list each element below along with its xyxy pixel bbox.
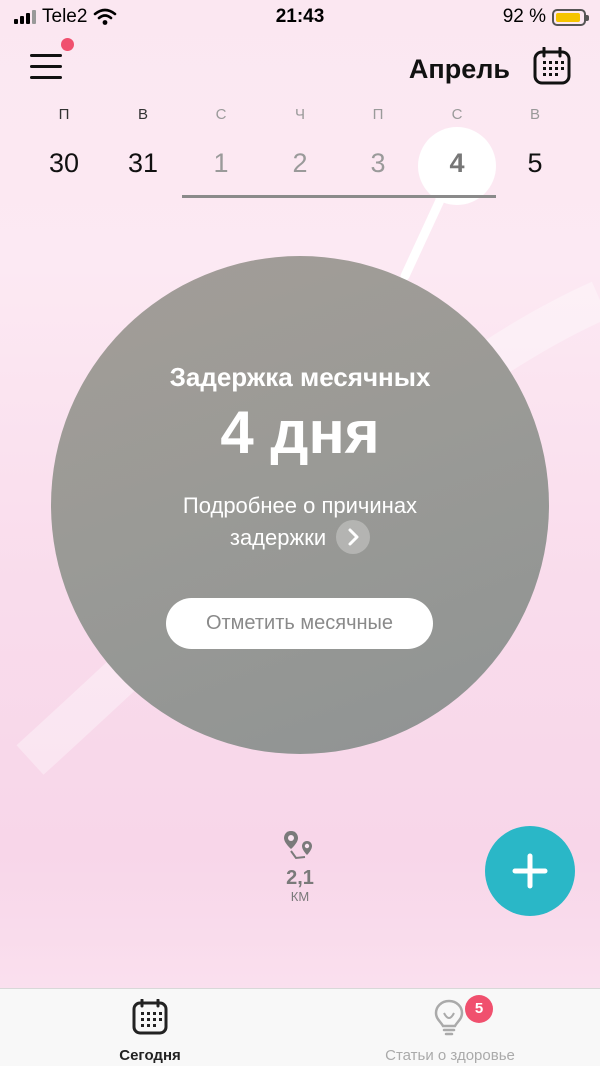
weekday-label: П: [58, 106, 70, 123]
menu-button[interactable]: [28, 38, 74, 82]
day-cell[interactable]: П 3: [339, 104, 417, 200]
notification-dot: [61, 38, 74, 51]
weekday-label: В: [137, 106, 148, 123]
day-cell[interactable]: В 5: [496, 104, 574, 200]
cycle-status-title: Задержка месячных: [169, 362, 431, 392]
delay-reasons-line2: задержки: [229, 525, 327, 550]
status-bar: Tele2 21:43 92 %: [0, 0, 600, 34]
day-cell[interactable]: С 1: [182, 104, 260, 200]
battery-percent: 92 %: [502, 6, 546, 27]
tab-label: Статьи о здоровье: [385, 1047, 515, 1064]
delay-reasons-line1: Подробнее о причинах: [182, 493, 418, 518]
tab-label: Сегодня: [119, 1047, 181, 1064]
day-number: 1: [213, 148, 229, 178]
distance-widget[interactable]: 2,1 КМ: [270, 830, 330, 904]
calendar-icon: [132, 999, 168, 1035]
month-title: Апрель: [408, 54, 510, 84]
weekday-label: П: [372, 106, 384, 123]
carrier-label: Tele2: [42, 6, 88, 27]
plus-icon: [512, 853, 548, 889]
lightbulb-icon: [434, 999, 464, 1036]
tab-today[interactable]: Сегодня: [0, 989, 300, 1066]
articles-badge: 5: [465, 995, 493, 1023]
delay-reasons-link[interactable]: Подробнее о причинах задержки: [51, 490, 549, 556]
week-strip: П 30 В 31 С 1 Ч 2 П 3 С 4 В 5: [25, 104, 575, 204]
cycle-status-value: 4 дня: [220, 399, 380, 466]
day-number: 2: [292, 148, 308, 178]
add-button[interactable]: [485, 826, 575, 916]
day-cell-selected[interactable]: С 4: [418, 104, 496, 200]
day-cell[interactable]: П 30: [25, 104, 103, 200]
weekday-label: В: [529, 106, 540, 123]
tab-health-articles[interactable]: Статьи о здоровье: [300, 989, 600, 1066]
weekday-label: С: [451, 106, 463, 123]
calendar-icon[interactable]: [533, 47, 571, 85]
day-number: 4: [449, 148, 465, 178]
route-pins-icon: [284, 831, 312, 860]
day-number: 30: [48, 148, 80, 178]
distance-value: 2,1: [286, 867, 314, 889]
weekday-label: С: [215, 106, 227, 123]
day-cell[interactable]: В 31: [104, 104, 182, 200]
day-cell[interactable]: Ч 2: [261, 104, 339, 200]
distance-unit: КМ: [290, 889, 310, 904]
day-number: 31: [127, 148, 159, 178]
day-number: 3: [370, 148, 386, 178]
period-range-line: [182, 195, 496, 198]
battery-icon: [552, 8, 589, 26]
log-period-button[interactable]: Отметить месячные: [166, 598, 433, 649]
tab-bar: Сегодня Статьи о здоровье: [0, 988, 600, 1066]
day-number: 5: [527, 148, 543, 178]
chevron-right-icon[interactable]: [336, 520, 371, 555]
wifi-icon: [94, 8, 117, 25]
signal-icon: [14, 10, 36, 24]
weekday-label: Ч: [295, 106, 305, 123]
